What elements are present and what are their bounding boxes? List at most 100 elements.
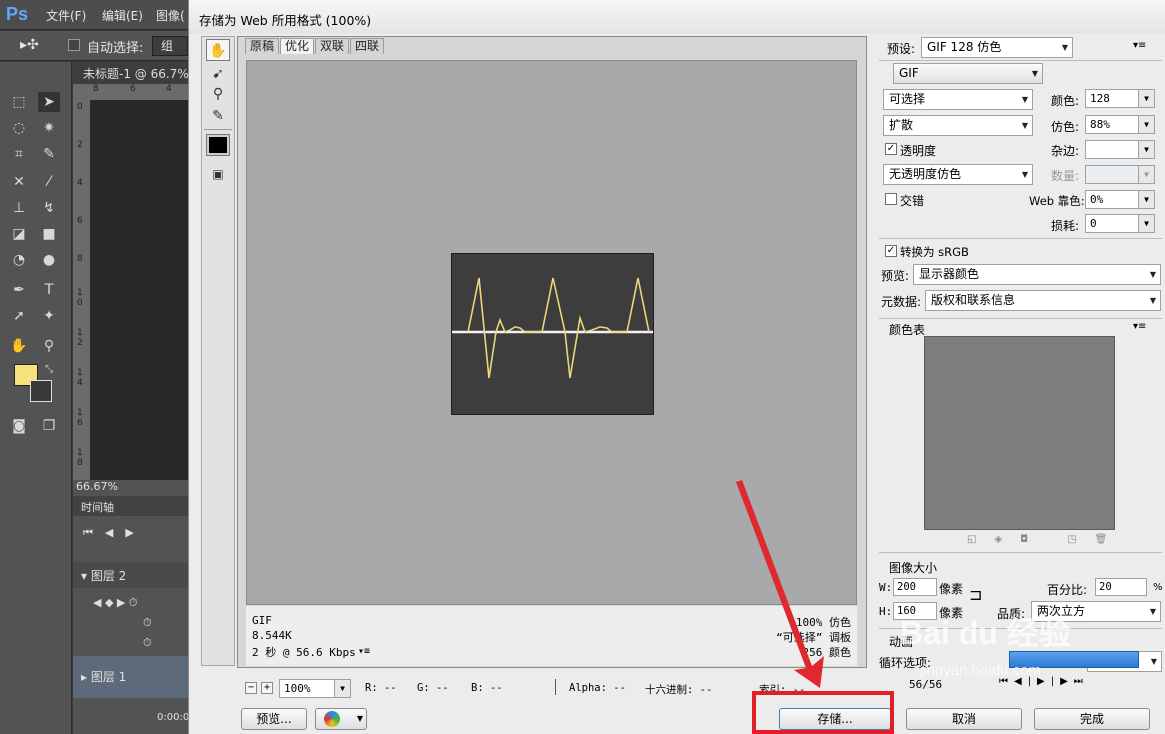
eyedropper-tool-icon[interactable]: ✎ xyxy=(38,144,60,164)
preview-button[interactable]: 预览... xyxy=(241,708,307,730)
move-tool-icon[interactable]: ▸✣ xyxy=(20,37,39,53)
path-select-icon[interactable]: ➚ xyxy=(8,306,30,326)
dodge-tool-icon[interactable]: ● xyxy=(38,250,60,270)
gif-preview-image xyxy=(451,253,654,415)
readout-hex: 十六进制: -- xyxy=(645,684,713,696)
format-select[interactable]: GIF xyxy=(893,63,1043,84)
info-format: GIF xyxy=(252,614,272,627)
preview-label: 预览: xyxy=(881,269,910,283)
toggle-slices-icon[interactable]: ▣ xyxy=(206,163,230,185)
stopwatch-icon[interactable]: ⏱ xyxy=(143,616,152,630)
menu-file[interactable]: 文件(F) xyxy=(46,7,86,24)
ps-menubar: Ps 文件(F) 编辑(E) 图像( xyxy=(0,0,190,30)
layer-name: 图层 1 xyxy=(90,670,127,684)
matte-field[interactable]: ▼ xyxy=(1085,140,1155,159)
color-table-swatches[interactable] xyxy=(924,336,1115,530)
type-tool-icon[interactable]: T xyxy=(38,280,60,300)
chevron-down-icon: ▼ xyxy=(334,680,350,697)
ruler-tick: 6 xyxy=(130,84,136,94)
zoom-level-select[interactable]: 100% ▼ xyxy=(279,679,351,698)
panel-menu-icon[interactable]: ▾≡ xyxy=(1133,40,1146,51)
animation-controls[interactable]: ⏮◀|▶|▶⏭ xyxy=(999,676,1089,687)
swap-colors-icon[interactable]: ⤡ xyxy=(38,360,60,380)
percent-label: 百分比: xyxy=(1047,583,1088,597)
browser-preview-button[interactable]: ▼ xyxy=(315,708,367,730)
convert-srgb-label: 转换为 sRGB xyxy=(900,245,969,259)
tab-4-up[interactable]: 四联 xyxy=(350,38,385,54)
crop-tool-icon[interactable]: ⌗ xyxy=(8,144,30,164)
constrain-link-icon[interactable]: ⊐ xyxy=(969,585,982,604)
info-colors: 256 颜色 xyxy=(802,646,852,659)
colors-field[interactable]: 128 ▼ xyxy=(1085,89,1155,108)
preset-select[interactable]: GIF 128 仿色 xyxy=(921,37,1073,58)
timeline-title[interactable]: 时间轴 xyxy=(73,496,190,516)
zoom-in-button[interactable]: + xyxy=(261,682,273,694)
transparency-dither-select[interactable]: 无透明度仿色 xyxy=(883,164,1033,185)
layer-row[interactable]: ▾ 图层 2 xyxy=(73,562,190,588)
color-table-label: 颜色表 xyxy=(889,323,926,337)
magic-wand-icon[interactable]: ✷ xyxy=(38,118,60,138)
interlace-checkbox[interactable] xyxy=(885,193,897,205)
percent-field[interactable]: 20 xyxy=(1095,578,1147,596)
color-table-actions[interactable]: ◱◈◘ ◳🗑 xyxy=(967,534,1125,545)
keyframe-controls[interactable]: ◀ ◆ ▶ ⏱ xyxy=(93,596,137,610)
dither-field[interactable]: 88% ▼ xyxy=(1085,115,1155,134)
marquee-tool-icon[interactable]: ⬚ xyxy=(8,92,30,112)
divider xyxy=(879,318,1162,319)
screen-mode-icon[interactable]: ❐ xyxy=(38,416,60,436)
eraser-tool-icon[interactable]: ◪ xyxy=(8,224,30,244)
hand-tool-icon[interactable]: ✋ xyxy=(8,336,30,356)
zoom-level-value: 100% xyxy=(284,682,311,695)
shape-tool-icon[interactable]: ✦ xyxy=(38,306,60,326)
zoom-tool-icon[interactable]: ⚲ xyxy=(206,83,230,105)
auto-select-dropdown[interactable]: 组 xyxy=(152,36,188,56)
eyedropper-color-swatch[interactable] xyxy=(206,134,230,156)
zoom-out-button[interactable]: − xyxy=(245,682,257,694)
ruler-tick: 6 xyxy=(77,216,83,226)
lasso-tool-icon[interactable]: ◌ xyxy=(8,118,30,138)
pen-tool-icon[interactable]: ✒ xyxy=(8,280,30,300)
tab-optimized[interactable]: 优化 xyxy=(280,38,315,54)
ruler-tick: 8 xyxy=(77,254,83,264)
tab-2-up[interactable]: 双联 xyxy=(315,38,350,54)
width-field[interactable]: 200 xyxy=(893,578,937,596)
history-brush-icon[interactable]: ↯ xyxy=(38,198,60,218)
download-speed-menu-icon[interactable]: ▾≡ xyxy=(358,646,370,657)
hand-tool-icon[interactable]: ✋ xyxy=(206,39,230,61)
menu-image[interactable]: 图像( xyxy=(156,7,185,24)
zoom-tool-icon[interactable]: ⚲ xyxy=(38,336,60,356)
layer-row-selected[interactable]: ▸ 图层 1 xyxy=(73,656,190,698)
healing-tool-icon[interactable]: ✕ xyxy=(8,172,30,192)
eyedropper-tool-icon[interactable]: ✎ xyxy=(206,105,230,127)
blur-tool-icon[interactable]: ◔ xyxy=(8,250,30,270)
metadata-label: 元数据: xyxy=(881,295,922,309)
stamp-tool-icon[interactable]: ⊥ xyxy=(8,198,30,218)
brush-tool-icon[interactable]: ⁄ xyxy=(38,172,60,192)
auto-select-checkbox[interactable] xyxy=(68,39,80,51)
lossy-field[interactable]: 0 ▼ xyxy=(1085,214,1155,233)
transparency-checkbox[interactable]: ✓ xyxy=(885,143,897,155)
ruler-tick: 8 xyxy=(93,84,99,94)
background-color-swatch[interactable] xyxy=(30,380,52,402)
menu-edit[interactable]: 编辑(E) xyxy=(102,7,143,24)
height-field[interactable]: 160 xyxy=(893,602,937,620)
tab-original[interactable]: 原稿 xyxy=(245,38,280,54)
timeline-controls[interactable]: ⏮◀▶ xyxy=(83,526,146,540)
ps-document-tab[interactable]: 未标题-1 @ 66.7% xyxy=(73,62,190,84)
metadata-select[interactable]: 版权和联系信息 xyxy=(925,290,1161,311)
amount-field: ▼ xyxy=(1085,165,1155,184)
loop-options-select[interactable] xyxy=(1009,651,1139,668)
slice-select-icon[interactable]: ➹ xyxy=(206,63,230,85)
quick-mask-icon[interactable]: ◙ xyxy=(8,416,30,436)
quality-select[interactable]: 两次立方 xyxy=(1031,601,1161,622)
web-snap-field[interactable]: 0% ▼ xyxy=(1085,190,1155,209)
stopwatch-icon[interactable]: ⏱ xyxy=(143,636,152,650)
convert-srgb-checkbox[interactable]: ✓ xyxy=(885,245,897,257)
preview-color-select[interactable]: 显示器颜色 xyxy=(913,264,1161,285)
dither-value: 88% xyxy=(1090,118,1110,131)
color-reduction-select[interactable]: 可选择 xyxy=(883,89,1033,110)
color-table-menu-icon[interactable]: ▾≡ xyxy=(1133,321,1146,332)
gradient-tool-icon[interactable]: ■ xyxy=(38,224,60,244)
move-tool-icon[interactable]: ➤ xyxy=(38,92,60,112)
dither-algorithm-select[interactable]: 扩散 xyxy=(883,115,1033,136)
